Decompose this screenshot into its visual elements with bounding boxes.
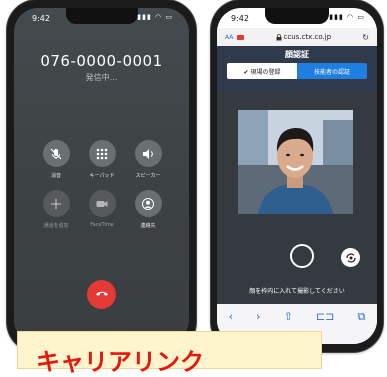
end-call-button[interactable]: [87, 280, 116, 309]
phone-call-device: 9:42 ▮▮▮ ◠ ▭ 076-0000-0001 発信中... 消音 キーパ…: [7, 0, 196, 352]
address-bar[interactable]: AA ccus.ctx.co.jp ↻: [217, 28, 377, 46]
contacts-button[interactable]: 連絡先: [128, 190, 168, 229]
reload-icon[interactable]: ↻: [362, 33, 369, 42]
call-screen: 9:42 ▮▮▮ ◠ ▭ 076-0000-0001 発信中... 消音 キーパ…: [14, 8, 189, 344]
battery-icon: ▭: [357, 13, 365, 21]
bookmarks-icon[interactable]: ⊏⊐: [316, 310, 334, 323]
url-text: ccus.ctx.co.jp: [283, 33, 332, 41]
recording-icon: [237, 34, 245, 40]
wifi-icon: ◠: [347, 13, 355, 21]
add-call-icon: [42, 190, 70, 217]
mute-button[interactable]: 消音: [36, 140, 76, 179]
status-icons: ▮▮▮ ◠ ▭: [329, 13, 365, 21]
call-status: 発信中...: [85, 73, 118, 82]
facetime-label: FaceTime: [90, 222, 114, 228]
tab-site-registration[interactable]: ✔ 現場の登録: [227, 63, 297, 79]
tab-worker-authentication[interactable]: 技能者の認証: [297, 63, 367, 79]
tabs-icon[interactable]: ⧉: [358, 310, 366, 324]
switch-camera-icon: [345, 252, 356, 263]
switch-camera-button[interactable]: [341, 248, 360, 267]
back-icon[interactable]: ‹: [229, 310, 233, 323]
add-call-label: 通話を追加: [43, 223, 69, 229]
notch: [65, 8, 138, 24]
camera-instruction: 顔を枠内に入れて撮影してください: [249, 288, 345, 295]
status-time: 9:42: [231, 14, 249, 23]
notch: [265, 8, 329, 24]
mute-icon: [42, 140, 70, 167]
signal-icon: ▮▮▮: [329, 13, 344, 21]
speaker-label: スピーカー: [135, 173, 161, 179]
segmented-control: ✔ 現場の登録 技能者の認証: [227, 63, 367, 79]
speaker-icon: [134, 140, 162, 167]
add-call-button[interactable]: 通話を追加: [36, 190, 76, 229]
share-icon[interactable]: ⇧: [284, 310, 293, 323]
keypad-label: キーパッド: [89, 173, 115, 179]
lock-icon: [276, 33, 282, 40]
mute-label: 消音: [50, 173, 61, 179]
end-call-icon: [94, 285, 110, 305]
url-field[interactable]: ccus.ctx.co.jp: [244, 33, 362, 41]
contacts-icon: [134, 190, 162, 217]
forward-icon[interactable]: ›: [256, 310, 260, 323]
keypad-icon: [88, 140, 116, 167]
phone-number: 076-0000-0001: [40, 52, 163, 70]
keypad-button[interactable]: キーパッド: [82, 140, 122, 179]
battery-icon: ▭: [165, 13, 173, 21]
browser-screen: 9:42 ▮▮▮ ◠ ▭ AA ccus.ctx.co.jp ↻ 顔認証 ✔ 現…: [217, 8, 377, 344]
page-header: 顔認証 ✔ 現場の登録 技能者の認証: [217, 46, 377, 92]
shutter-button[interactable]: [290, 244, 314, 268]
page-title: 顔認証: [285, 50, 309, 59]
wifi-icon: ◠: [155, 13, 163, 21]
speaker-button[interactable]: スピーカー: [128, 140, 168, 179]
camera-preview-area: 顔を枠内に入れて撮影してください: [217, 92, 377, 304]
signal-icon: ▮▮▮: [137, 13, 152, 21]
facetime-button[interactable]: FaceTime: [82, 190, 122, 228]
status-icons: ▮▮▮ ◠ ▭: [137, 13, 173, 21]
camera-preview-face: [238, 110, 353, 214]
facetime-icon: [88, 190, 116, 217]
contacts-label: 連絡先: [140, 223, 156, 229]
reader-settings-button[interactable]: AA: [225, 34, 233, 41]
caption-banner: キャリアリンク: [17, 331, 322, 376]
phone-browser-device: 9:42 ▮▮▮ ◠ ▭ AA ccus.ctx.co.jp ↻ 顔認証 ✔ 現…: [211, 0, 383, 352]
status-time: 9:42: [32, 14, 50, 23]
